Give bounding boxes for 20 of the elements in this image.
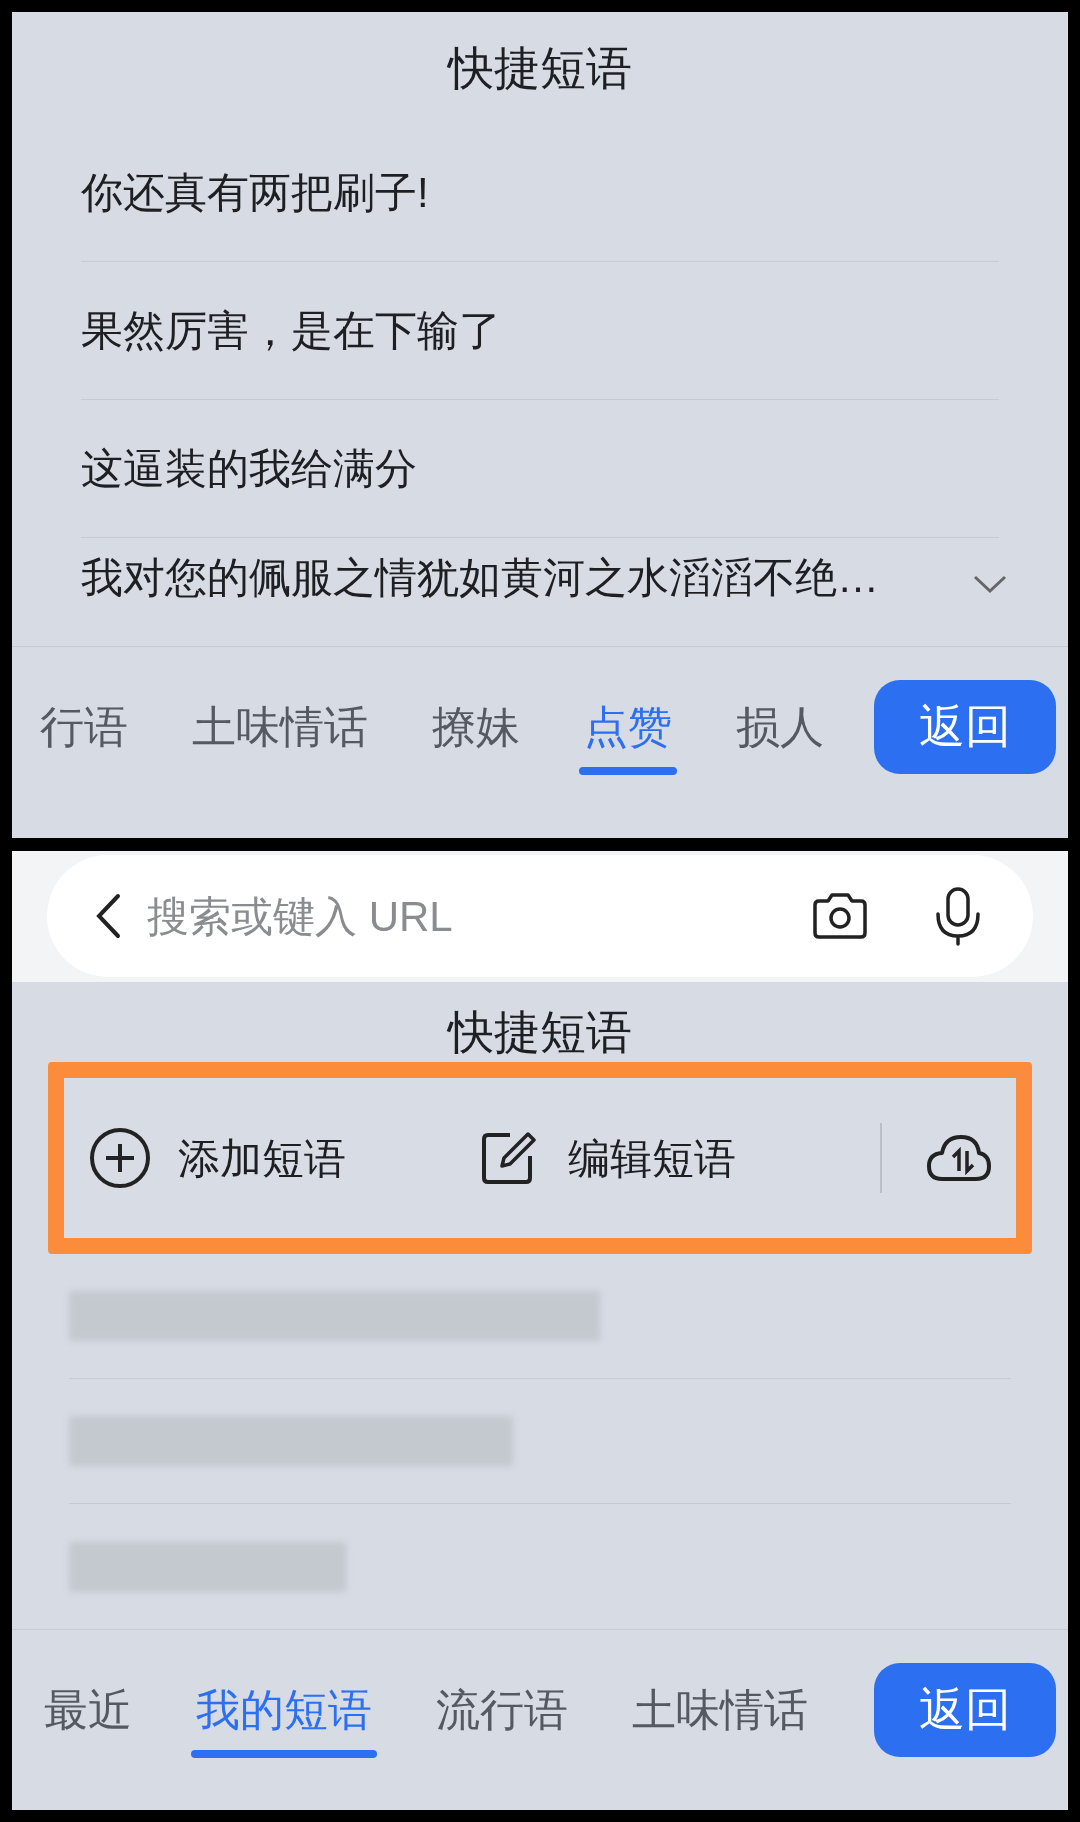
phrase-item[interactable]: 你还真有两把刷子! (81, 161, 999, 224)
add-phrase-button[interactable]: 添加短语 (88, 1126, 480, 1191)
phrase-item[interactable]: 果然厉害，是在下输了 (81, 299, 999, 362)
search-bar[interactable]: 搜索或键入 URL (47, 855, 1033, 978)
phrase-item[interactable]: 我对您的佩服之情犹如黄河之水滔滔不绝… (81, 545, 973, 609)
category-tab[interactable]: 流行语 (436, 1683, 568, 1736)
edit-phrase-button[interactable]: 编辑短语 (480, 1126, 820, 1190)
panel-title: 快捷短语 (448, 40, 632, 96)
category-tab[interactable]: 点赞 (584, 700, 672, 753)
category-tab[interactable]: 土味情话 (192, 700, 368, 753)
back-button[interactable]: 返回 (874, 1662, 1056, 1757)
category-tab[interactable]: 损人 (736, 700, 824, 753)
category-tab[interactable]: 行语 (40, 700, 128, 753)
category-tab[interactable]: 土味情话 (632, 1683, 808, 1736)
back-button[interactable]: 返回 (874, 679, 1056, 774)
category-tab[interactable]: 撩妹 (432, 700, 520, 753)
category-tab[interactable]: 最近 (44, 1683, 132, 1736)
panel-title: 快捷短语 (448, 1004, 632, 1060)
category-tab[interactable]: 我的短语 (196, 1683, 372, 1736)
phrase-item[interactable]: 这逼装的我给满分 (81, 437, 999, 500)
